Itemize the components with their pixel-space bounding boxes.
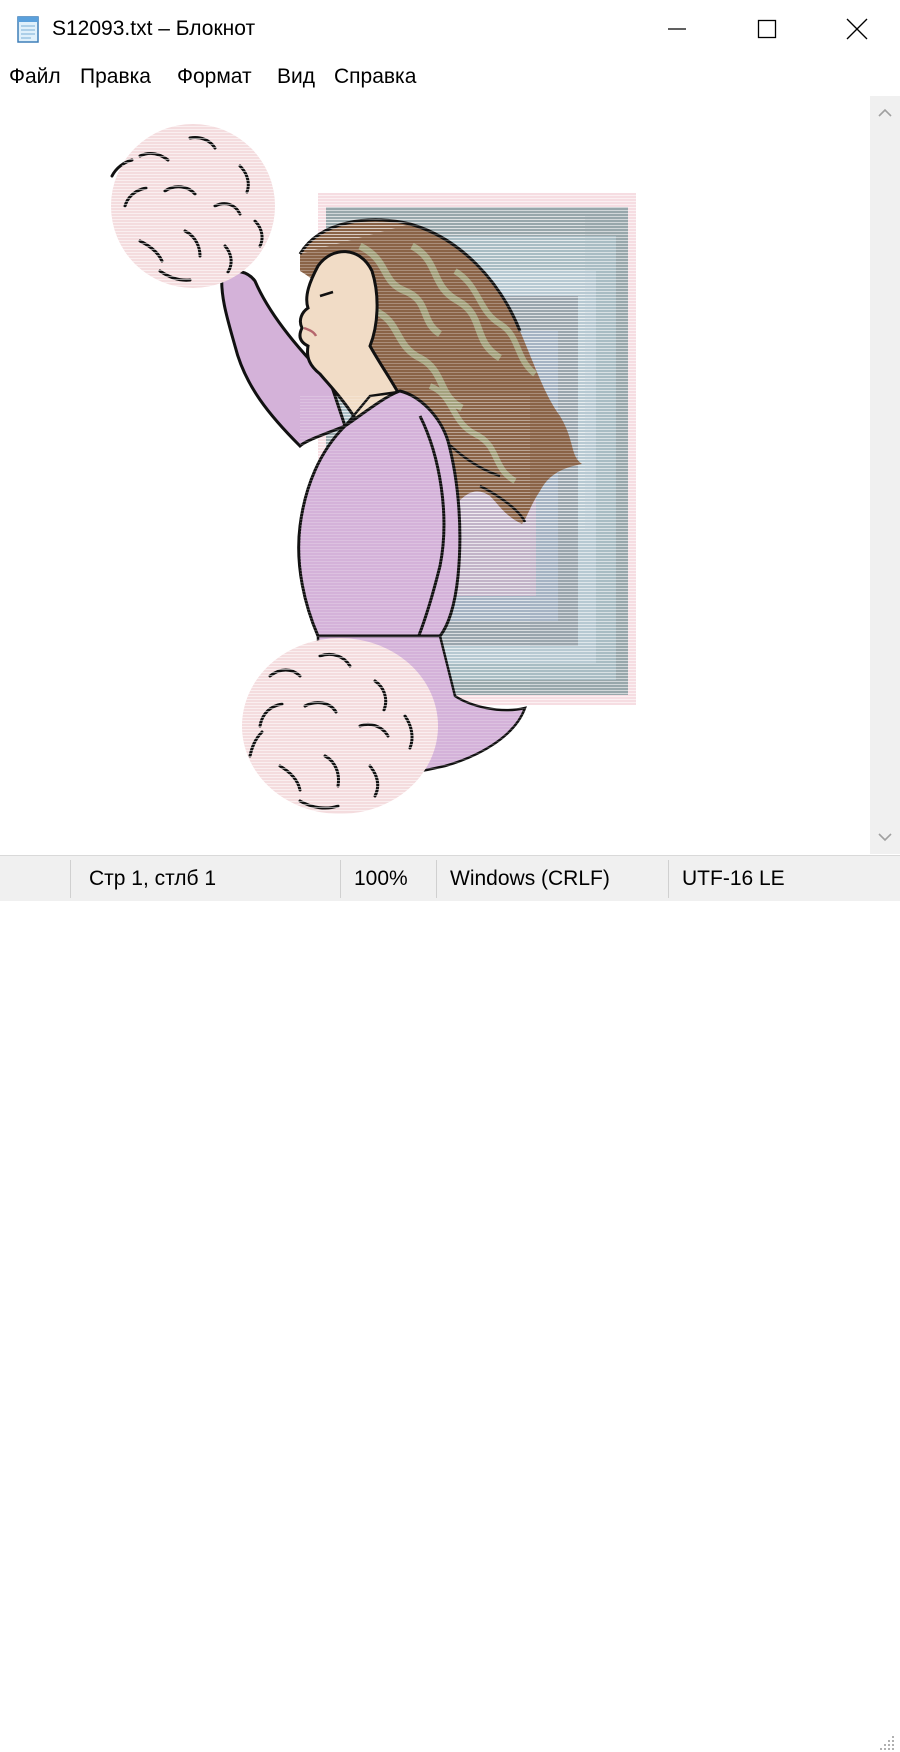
menu-view[interactable]: Вид bbox=[276, 65, 316, 89]
minimize-button[interactable] bbox=[632, 0, 722, 58]
status-separator bbox=[70, 860, 71, 898]
notepad-icon bbox=[14, 14, 42, 44]
lower-pom-pom bbox=[242, 638, 438, 814]
menu-edit[interactable]: Правка bbox=[79, 65, 152, 89]
status-bar: Стр 1, стлб 1 100% Windows (CRLF) UTF-16… bbox=[0, 855, 900, 1750]
close-button[interactable] bbox=[812, 0, 900, 58]
status-zoom: 100% bbox=[354, 866, 408, 890]
window-title: S12093.txt – Блокнот bbox=[52, 17, 256, 40]
title-bar[interactable]: S12093.txt – Блокнот bbox=[0, 0, 900, 58]
scroll-up-arrow-icon bbox=[878, 108, 892, 117]
minimize-icon bbox=[668, 28, 686, 30]
cheerleader-ascii-art bbox=[110, 124, 636, 814]
status-line-endings: Windows (CRLF) bbox=[450, 866, 610, 890]
vertical-scrollbar[interactable] bbox=[870, 96, 900, 854]
menu-help[interactable]: Справка bbox=[333, 65, 417, 89]
status-encoding: UTF-16 LE bbox=[682, 866, 785, 890]
resize-grip-icon[interactable] bbox=[878, 1734, 896, 1752]
menu-format[interactable]: Формат bbox=[176, 65, 253, 89]
status-cursor-position: Стр 1, стлб 1 bbox=[89, 866, 217, 890]
scroll-down-button[interactable] bbox=[870, 820, 900, 854]
menu-bar: Файл Правка Формат Вид Справка bbox=[0, 58, 900, 97]
maximize-icon bbox=[757, 19, 777, 39]
scroll-up-button[interactable] bbox=[870, 96, 900, 130]
menu-file[interactable]: Файл bbox=[8, 65, 62, 89]
status-separator bbox=[340, 860, 341, 898]
text-editor-area[interactable] bbox=[0, 96, 870, 854]
close-icon bbox=[846, 18, 868, 40]
status-separator bbox=[436, 860, 437, 898]
status-separator bbox=[668, 860, 669, 898]
maximize-button[interactable] bbox=[722, 0, 812, 58]
upper-pom-pom bbox=[110, 124, 275, 288]
scroll-down-arrow-icon bbox=[878, 833, 892, 842]
